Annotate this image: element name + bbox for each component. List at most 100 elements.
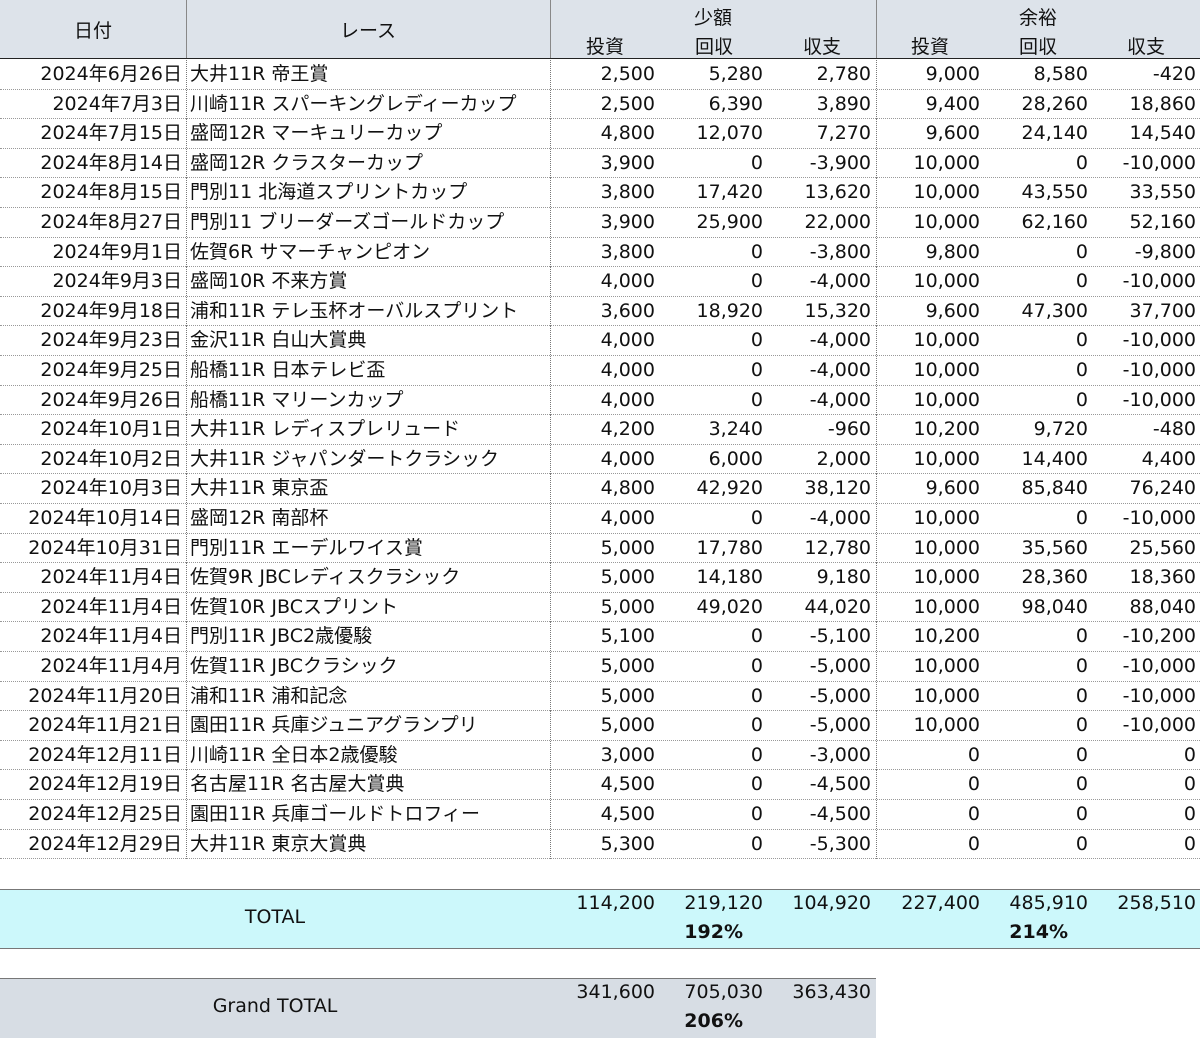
row-ample-invest: 10,000 (913, 359, 980, 381)
row-race: 金沢11R 白山大賞典 (190, 329, 367, 352)
table-row: 2024年8月27日 門別11 ブリーダーズゴールドカップ 3,900 25,900 2… (0, 208, 1200, 238)
row-small-balance: -4,000 (809, 507, 871, 529)
table-row: 2024年6月26日 大井11R 帝王賞 2,500 5,280 2,780 9,000 8… (0, 60, 1200, 90)
header-date: 日付 (73, 20, 112, 42)
table-row: 2024年8月14日 盛岡12R クラスターカップ 3,900 0 -3,900 10,0… (0, 148, 1200, 179)
row-ample-invest: 10,200 (913, 418, 980, 441)
row-date: 2024年10月2日 (40, 447, 182, 470)
row-small-invest: 4,200 (600, 418, 655, 441)
total-small-return: 219,120 (684, 892, 763, 914)
row-date: 2024年12月29日 (28, 832, 182, 855)
row-race: 大井11R 東京大賞典 (190, 832, 367, 855)
column-divider (186, 267, 187, 297)
row-ample-balance: -10,000 (1122, 329, 1196, 352)
table-row: 2024年9月18日 浦和11R テレ玉杯オーバルスプリント 3,600 18,920… (0, 296, 1200, 327)
row-small-balance: -4,500 (809, 803, 871, 825)
row-ample-balance: -10,000 (1122, 270, 1196, 293)
row-date: 2024年12月25日 (28, 803, 182, 825)
column-divider (876, 563, 877, 593)
row-date: 2024年9月26日 (40, 388, 182, 411)
column-divider (186, 474, 187, 504)
column-divider (550, 563, 551, 593)
row-small-invest: 4,000 (600, 329, 655, 352)
header-ample-return: 回収 (1018, 36, 1057, 58)
row-small-return: 3,240 (708, 418, 763, 441)
column-divider (876, 711, 877, 741)
row-ample-balance: -10,000 (1122, 151, 1196, 174)
column-divider (876, 681, 877, 711)
column-divider (186, 504, 187, 533)
row-small-balance: 38,120 (804, 477, 871, 500)
column-divider (550, 474, 551, 504)
row-small-invest: 5,000 (600, 714, 655, 737)
header-divider (186, 0, 187, 58)
row-ample-return: 0 (1075, 714, 1088, 737)
column-divider (876, 237, 877, 267)
row-small-return: 49,020 (696, 595, 763, 618)
row-small-balance: 9,180 (816, 566, 871, 589)
row-small-return: 0 (750, 151, 763, 174)
row-small-balance: -4,500 (809, 773, 871, 796)
row-small-invest: 3,900 (600, 211, 655, 233)
row-ample-return: 0 (1075, 507, 1088, 529)
row-ample-return: 0 (1075, 151, 1088, 174)
table-row: 2024年12月25日 園田11R 兵庫ゴールドトロフィー 4,500 0 -4,500… (0, 800, 1200, 830)
column-divider (550, 208, 551, 237)
table-row: 2024年9月3日 盛岡10R 不来方賞 4,000 0 -4,000 10,000 0 -1… (0, 267, 1200, 297)
row-ample-invest: 10,000 (913, 151, 980, 174)
row-small-invest: 4,000 (600, 507, 655, 529)
row-small-return: 0 (750, 270, 763, 293)
table-header: 日付 レース 少額 余裕 投資 回収 収支 投資 回収 収支 (0, 0, 1200, 59)
column-divider (876, 60, 877, 89)
row-ample-balance: 25,560 (1129, 536, 1196, 559)
header-small-return: 回収 (694, 36, 733, 58)
table-row: 2024年7月3日 川崎11R スパーキングレディーカップ 2,500 6,390 3,… (0, 89, 1200, 120)
row-ample-return: 0 (1075, 803, 1088, 825)
table-row: 2024年11月4日 佐賀9R JBCレディスクラシック 5,000 14,180 9,… (0, 563, 1200, 593)
row-date: 2024年9月1日 (52, 240, 182, 263)
column-divider (550, 178, 551, 208)
grand-total-return: 705,030 (684, 981, 763, 1003)
column-divider (550, 148, 551, 178)
column-divider (876, 208, 877, 237)
column-divider (186, 237, 187, 267)
row-small-return: 0 (750, 329, 763, 352)
row-date: 2024年12月19日 (28, 773, 182, 796)
header-group-small: 少額 (693, 7, 732, 29)
column-divider (550, 296, 551, 326)
row-date: 2024年8月15日 (40, 181, 182, 204)
row-small-balance: -3,800 (809, 240, 871, 263)
row-race: 園田11R 兵庫ジュニアグランプリ (190, 714, 478, 737)
header-small-balance: 収支 (802, 36, 841, 58)
column-divider (186, 711, 187, 741)
row-small-invest: 5,000 (600, 595, 655, 618)
row-ample-return: 0 (1075, 625, 1088, 648)
column-divider (186, 652, 187, 681)
column-divider (186, 178, 187, 208)
row-ample-balance: 88,040 (1129, 595, 1196, 618)
row-small-return: 0 (750, 684, 763, 707)
row-small-invest: 5,000 (600, 566, 655, 589)
row-date: 2024年11月20日 (28, 684, 182, 707)
column-divider (550, 119, 551, 149)
row-small-invest: 5,000 (600, 655, 655, 677)
row-ample-return: 0 (1075, 832, 1088, 855)
row-small-balance: -4,000 (809, 359, 871, 381)
row-small-return: 0 (750, 388, 763, 411)
row-ample-return: 0 (1075, 329, 1088, 352)
column-divider (876, 356, 877, 385)
total-label: TOTAL (244, 906, 306, 928)
row-small-return: 0 (750, 507, 763, 529)
row-ample-return: 8,580 (1033, 63, 1088, 85)
row-ample-return: 0 (1075, 773, 1088, 796)
row-date: 2024年11月21日 (28, 714, 182, 737)
grand-total-invest: 341,600 (576, 981, 655, 1003)
row-small-balance: -5,100 (809, 625, 871, 648)
column-divider (876, 89, 877, 119)
row-ample-return: 98,040 (1021, 595, 1088, 618)
column-divider (186, 119, 187, 149)
row-ample-balance: 14,540 (1129, 122, 1196, 145)
row-date: 2024年9月3日 (52, 270, 182, 293)
row-ample-balance: -10,000 (1122, 388, 1196, 411)
column-divider (186, 296, 187, 326)
